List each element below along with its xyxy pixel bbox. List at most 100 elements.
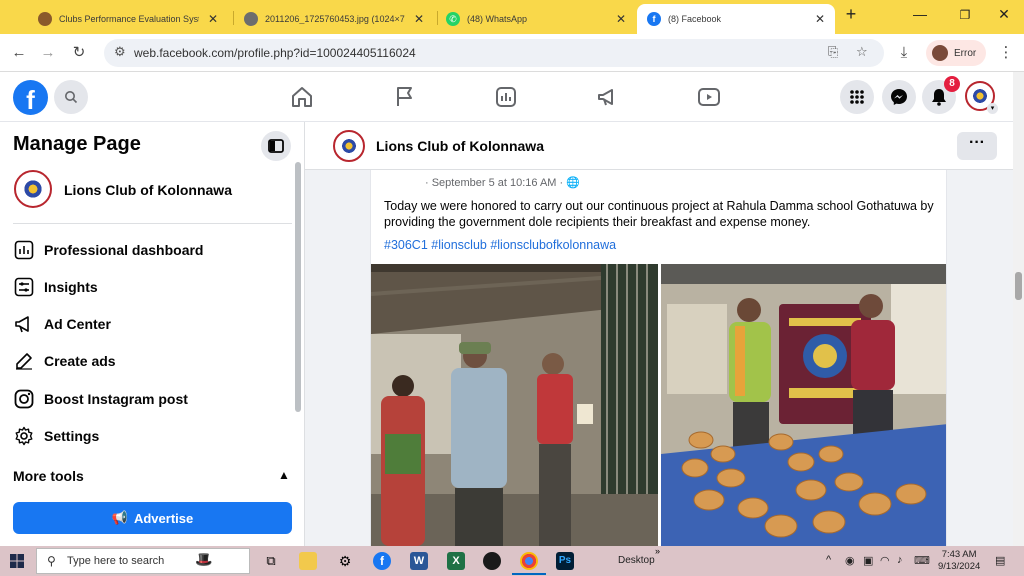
facebook-logo[interactable]: f [13,80,48,115]
tab-whatsapp[interactable]: ✆ (48) WhatsApp ✕ [436,4,636,34]
page-avatar[interactable] [333,130,365,162]
close-tab-icon[interactable]: ✕ [610,12,626,26]
home-icon[interactable] [290,85,314,109]
photo-bread-distribution [661,264,946,546]
tray-network-app-icon[interactable]: ▣ [863,554,873,567]
photo-people-queue [371,264,658,546]
bookmark-star-icon[interactable]: ☆ [856,44,868,60]
sidebar-item-ad-center[interactable]: Ad Center [13,308,288,340]
active-app-indicator [512,573,546,575]
close-tab-icon[interactable]: ✕ [809,12,825,26]
chevron-right-icon[interactable]: » [655,546,660,556]
more-tools-heading[interactable]: More tools [13,468,84,484]
sidebar-item-professional-dashboard[interactable]: Professional dashboard [13,234,288,266]
back-arrow-icon[interactable]: ← [8,42,30,64]
chevron-up-icon[interactable]: ▲ [278,468,290,482]
scroll-thumb[interactable] [1015,272,1022,300]
chrome-icon[interactable] [520,552,538,570]
sidebar-item-label: Ad Center [44,316,111,332]
dashboard-icon [13,239,35,261]
lions-favicon-icon [38,12,52,26]
taskbar-search-input[interactable]: ⚲ Type here to search 🎩 [36,548,250,574]
edit-icon [13,350,35,372]
taskbar-clock[interactable]: 7:43 AM 9/13/2024 [938,549,980,573]
sidebar-item-create-ads[interactable]: Create ads [13,345,288,377]
photoshop-icon[interactable]: Ps [556,552,574,570]
post-photo-left[interactable] [371,264,658,546]
sidebar-page-name[interactable]: Lions Club of Kolonnawa [64,182,232,198]
forward-arrow-icon[interactable]: → [37,42,59,64]
new-tab-button[interactable]: + [836,4,866,25]
main-scrollbar[interactable] [1013,72,1024,546]
search-button[interactable] [54,80,88,114]
windows-start-icon[interactable] [10,554,24,568]
collapse-sidebar-button[interactable] [261,131,291,161]
desktop-toolbar-label[interactable]: Desktop [618,555,655,566]
profile-error-chip[interactable]: Error [926,40,986,66]
sidebar-title: Manage Page [13,133,141,155]
tab-image-jpg[interactable]: 2011206_1725760453.jpg (1024×7 ✕ [234,4,434,34]
whatsapp-icon: ✆ [446,12,460,26]
notifications-center-icon[interactable]: ▤ [995,554,1005,567]
task-view-icon[interactable]: ⧉ [262,552,280,570]
install-app-icon[interactable]: ⎘ [828,44,838,60]
tab-clubs-performance[interactable]: Clubs Performance Evaluation Syst ✕ [28,4,228,34]
megaphone-icon [13,313,35,335]
sidebar-item-boost-instagram[interactable]: Boost Instagram post [13,383,288,415]
divider [13,223,292,224]
gear-icon [13,425,35,447]
close-tab-icon[interactable]: ✕ [202,12,218,26]
messenger-button[interactable] [882,80,916,114]
chevron-up-icon[interactable]: ^ [826,554,831,566]
megaphone-icon: 📢 [111,510,128,525]
word-icon[interactable]: W [410,552,428,570]
page-title[interactable]: Lions Club of Kolonnawa [376,138,544,154]
pages-icon[interactable] [494,85,518,109]
sidebar-item-label: Boost Instagram post [44,391,188,407]
reload-icon[interactable]: ↻ [68,42,90,64]
keyboard-icon[interactable]: ⌨ [914,554,930,567]
site-info-icon[interactable]: ⚙ [114,44,126,60]
post-photo-right[interactable] [661,264,946,546]
menu-grid-icon [850,90,864,104]
post-hashtags[interactable]: #306C1 #lionsclub #lionsclubofkolonnawa [384,238,616,252]
close-window-icon[interactable]: ✕ [989,6,1019,23]
sidebar-item-label: Professional dashboard [44,242,204,258]
video-icon[interactable] [697,85,721,109]
insights-icon [13,276,35,298]
tab-facebook[interactable]: f (8) Facebook ✕ [637,4,835,34]
wifi-icon[interactable]: ◠ [880,554,890,567]
chevron-down-icon[interactable]: ▾ [987,103,998,114]
settings-gear-icon[interactable]: ⚙ [336,552,354,570]
sidebar-item-insights[interactable]: Insights [13,271,288,303]
manage-page-sidebar: Manage Page Lions Club of Kolonnawa Prof… [0,122,305,546]
page-header-bar: Lions Club of Kolonnawa ··· [305,122,1013,170]
excel-icon[interactable]: X [447,552,465,570]
file-explorer-icon[interactable] [299,552,317,570]
flag-icon[interactable] [393,85,417,109]
megaphone-icon[interactable] [596,85,620,109]
download-icon[interactable]: ⤓ [893,42,915,64]
post-timestamp[interactable]: · September 5 at 10:16 AM · 🌐 [425,176,580,189]
media-app-icon[interactable] [483,552,501,570]
kebab-menu-icon[interactable]: ⋮ [995,42,1017,64]
url-bar[interactable]: ⚙ web.facebook.com/profile.php?id=100024… [104,39,884,67]
url-text: web.facebook.com/profile.php?id=10002440… [134,46,416,60]
more-options-button[interactable]: ··· [957,132,997,160]
restore-icon[interactable]: ❐ [950,8,980,22]
sidebar-item-label: Create ads [44,353,116,369]
volume-icon[interactable]: ♪ [897,554,903,566]
tray-app-icon[interactable]: ◉ [845,554,855,567]
advertise-button[interactable]: 📢 Advertise [13,502,292,534]
menu-grid-button[interactable] [840,80,874,114]
sidebar-item-label: Insights [44,279,98,295]
messenger-icon [891,89,907,105]
facebook-app-icon[interactable]: f [373,552,391,570]
sidebar-item-settings[interactable]: Settings [13,420,288,452]
page-avatar[interactable] [14,170,52,208]
close-tab-icon[interactable]: ✕ [408,12,424,26]
facebook-header: f 8 ▾ [0,72,1024,122]
profile-avatar-icon [932,45,948,61]
minimize-icon[interactable]: — [905,6,935,22]
sidebar-scrollbar[interactable] [295,162,301,412]
